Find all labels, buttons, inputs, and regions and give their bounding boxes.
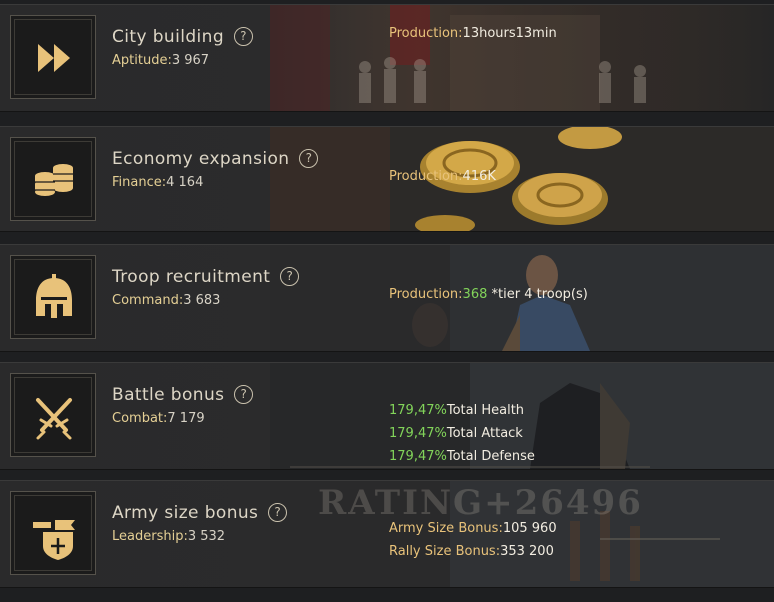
rally-size-line: Rally Size Bonus:353 200 (389, 544, 554, 559)
troop-icon-frame (10, 255, 96, 339)
rating-watermark: RATING+26496 (318, 483, 643, 523)
helmet-icon (36, 274, 72, 318)
stat-line: Combat:7 179 (112, 411, 205, 426)
bonus-line-defense: 179,47%Total Defense (389, 449, 535, 464)
crossed-swords-icon (36, 398, 72, 440)
card-city-building[interactable]: City building? Aptitude:3 967 Production… (0, 4, 774, 112)
stat-line: Aptitude:3 967 (112, 53, 210, 68)
card-economy-expansion[interactable]: Economy expansion? Finance:4 164 Product… (0, 126, 774, 232)
city-building-icon-frame (10, 15, 96, 99)
help-icon[interactable]: ? (280, 267, 300, 286)
fast-forward-icon (38, 44, 70, 72)
battle-icon-frame (10, 373, 96, 457)
card-battle-bonus[interactable]: Battle bonus? Combat:7 179 179,47%Total … (0, 362, 774, 470)
help-icon[interactable]: ? (268, 503, 288, 522)
production-line: Production:13hours13min (389, 26, 557, 41)
stat-line: Command:3 683 (112, 293, 221, 308)
army-size-line: Army Size Bonus:105 960 (389, 521, 557, 536)
banner-shield-icon (33, 520, 75, 560)
help-icon[interactable]: ? (234, 27, 254, 46)
production-line: Production:416K (389, 169, 496, 184)
help-icon[interactable]: ? (299, 149, 319, 168)
production-line: Production:368 *tier 4 troop(s) (389, 287, 588, 302)
stat-line: Finance:4 164 (112, 175, 204, 190)
card-title: City building? (112, 27, 254, 47)
card-troop-recruitment[interactable]: Troop recruitment? Command:3 683 Product… (0, 244, 774, 352)
economy-icon-frame (10, 137, 96, 221)
army-icon-frame (10, 491, 96, 575)
card-title: Battle bonus? (112, 385, 254, 405)
card-title: Troop recruitment? (112, 267, 300, 287)
coin-stack-icon (35, 164, 73, 196)
card-title: Army size bonus? (112, 503, 288, 523)
gold-coins-art (270, 127, 774, 231)
city-scene-art (270, 5, 774, 111)
card-title: Economy expansion? (112, 149, 319, 169)
bonus-line-attack: 179,47%Total Attack (389, 426, 523, 441)
bonus-line-health: 179,47%Total Health (389, 403, 525, 418)
stat-line: Leadership:3 532 (112, 529, 226, 544)
card-army-size-bonus[interactable]: RATING+26496 Army size bonus? Leadership… (0, 480, 774, 588)
help-icon[interactable]: ? (234, 385, 254, 404)
